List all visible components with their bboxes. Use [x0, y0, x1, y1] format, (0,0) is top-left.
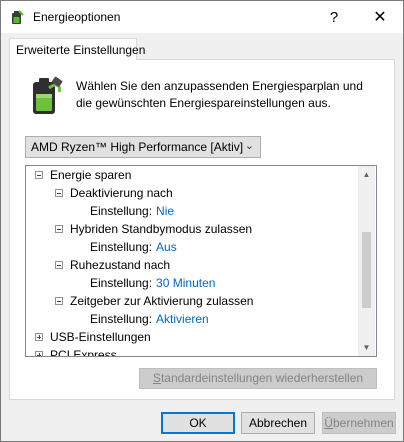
ok-button[interactable]: OK [161, 412, 235, 434]
tree-scrollbar[interactable]: ▲ ▼ [358, 166, 375, 356]
settings-tree: Energie sparen Deaktivierung nach Einste… [25, 165, 377, 357]
chevron-down-icon: ⌄ [244, 140, 254, 152]
expand-icon[interactable] [35, 350, 43, 356]
power-plan-value: AMD Ryzen™ High Performance [Aktiv] [31, 140, 244, 154]
tree-item-usb[interactable]: USB-Einstellungen [35, 328, 151, 346]
scrollbar-thumb[interactable] [362, 232, 371, 308]
apply-label: bernehmen [332, 416, 394, 430]
tree-item-hibernate[interactable]: Ruhezustand nach [55, 256, 170, 274]
power-options-icon [12, 10, 24, 24]
setting-label: Einstellung: [90, 312, 153, 326]
tree-item-label: Deaktivierung nach [70, 186, 173, 200]
tab-advanced-settings[interactable]: Erweiterte Einstellungen [9, 38, 145, 60]
tree-item-pci-express[interactable]: PCI Express [35, 346, 117, 357]
tree-item-deactivation-setting[interactable]: Einstellung: Nie [90, 202, 174, 220]
restore-defaults-button[interactable]: Standardeinstellungen wiederherstellen [139, 368, 377, 389]
setting-label: Einstellung: [90, 240, 153, 254]
collapse-icon[interactable] [55, 260, 63, 269]
tree-item-hybrid-standby[interactable]: Hybriden Standbymodus zulassen [55, 220, 252, 238]
apply-mnemonic: Ü [324, 416, 333, 430]
tree-item-label: USB-Einstellungen [50, 330, 151, 344]
power-options-dialog: Energieoptionen ? ✕ Erweiterte Einstellu… [0, 0, 404, 442]
tree-item-label: Hybriden Standbymodus zulassen [70, 222, 253, 236]
tree-item-label: Zeitgeber zur Aktivierung zulassen [70, 294, 254, 308]
collapse-icon[interactable] [55, 296, 63, 305]
tree-item-label: Ruhezustand nach [70, 258, 171, 272]
battery-plug-icon [33, 76, 63, 114]
tree-item-wake-timers[interactable]: Zeitgeber zur Aktivierung zulassen [55, 292, 253, 310]
power-plan-select[interactable]: AMD Ryzen™ High Performance [Aktiv] ⌄ [25, 136, 261, 158]
help-button[interactable]: ? [311, 1, 357, 33]
setting-value-link[interactable]: 30 Minuten [156, 276, 215, 290]
window-title: Energieoptionen [33, 10, 121, 24]
scroll-up-arrow-icon[interactable]: ▲ [358, 166, 375, 183]
collapse-icon[interactable] [35, 170, 43, 179]
setting-label: Einstellung: [90, 276, 153, 290]
setting-label: Einstellung: [90, 204, 153, 218]
tree-item-wake-setting[interactable]: Einstellung: Aktivieren [90, 310, 209, 328]
scroll-down-arrow-icon[interactable]: ▼ [358, 339, 375, 356]
restore-label: tandardeinstellungen wiederherstellen [160, 371, 364, 385]
restore-mnemonic: S [152, 371, 161, 385]
apply-button[interactable]: Übernehmen [322, 412, 396, 434]
tree-item-deactivation[interactable]: Deaktivierung nach [55, 184, 173, 202]
tree-item-hibernate-setting[interactable]: Einstellung: 30 Minuten [90, 274, 215, 292]
setting-value-link[interactable]: Aus [156, 240, 177, 254]
collapse-icon[interactable] [55, 188, 63, 197]
tree-item-label: PCI Express [50, 348, 117, 357]
tree-item-label: Energie sparen [50, 168, 132, 182]
close-button[interactable]: ✕ [357, 1, 403, 33]
title-bar: Energieoptionen ? ✕ [1, 1, 403, 33]
tree-item-energy-saving[interactable]: Energie sparen [35, 166, 131, 184]
collapse-icon[interactable] [55, 224, 63, 233]
expand-icon[interactable] [35, 332, 43, 341]
cancel-button[interactable]: Abbrechen [241, 412, 315, 434]
tree-item-hybrid-setting[interactable]: Einstellung: Aus [90, 238, 177, 256]
intro-text: Wählen Sie den anzupassenden Energiespar… [76, 79, 363, 110]
setting-value-link[interactable]: Nie [156, 204, 174, 218]
setting-value-link[interactable]: Aktivieren [156, 312, 209, 326]
